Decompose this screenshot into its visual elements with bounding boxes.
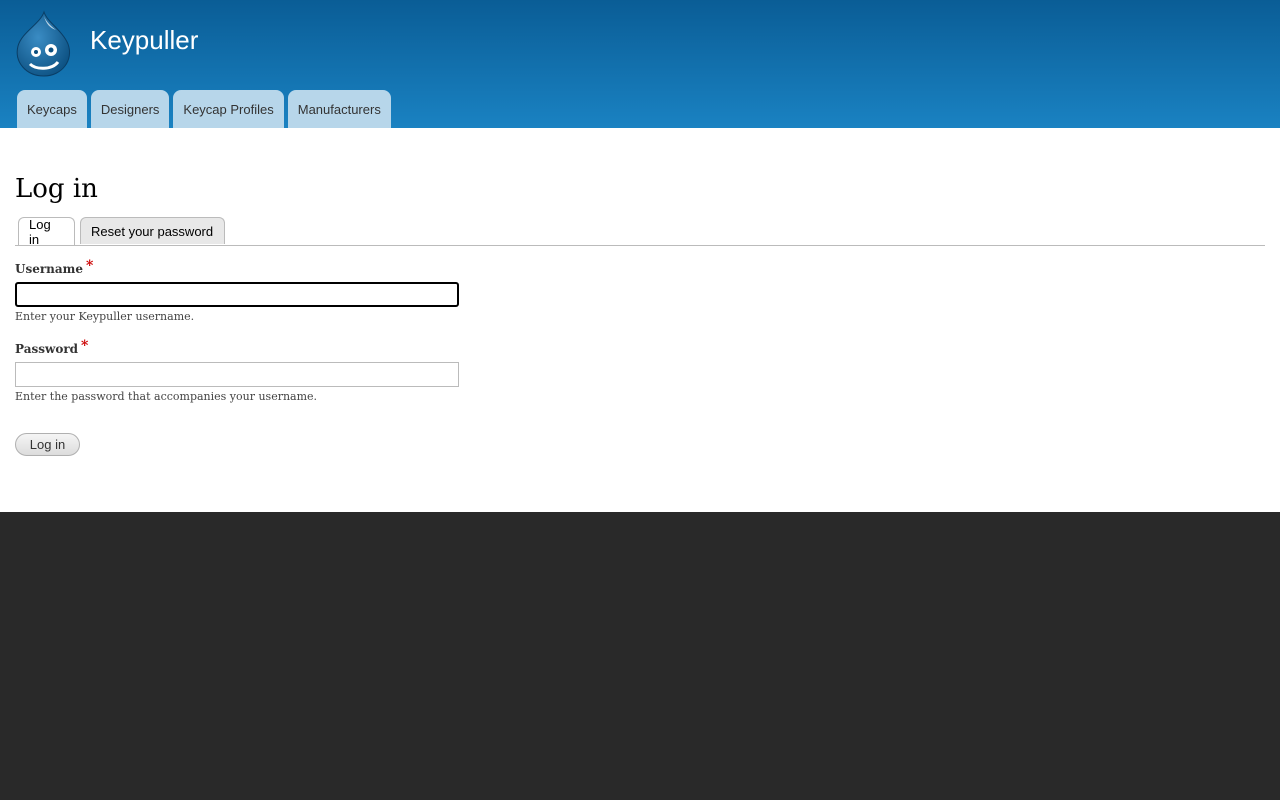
main-navigation: Keycaps Designers Keycap Profiles Manufa…	[17, 90, 391, 128]
password-required-mark: *	[81, 338, 89, 354]
nav-tab-designers[interactable]: Designers	[90, 90, 170, 128]
password-input[interactable]	[15, 362, 459, 387]
page-title: Log in	[15, 174, 98, 204]
username-input[interactable]	[15, 282, 459, 307]
username-label: Username *	[15, 258, 94, 277]
nav-tab-keycaps[interactable]: Keycaps	[17, 90, 87, 128]
site-name[interactable]: Keypuller	[90, 24, 198, 56]
site-logo-icon[interactable]	[14, 10, 74, 78]
tab-log-in[interactable]: Log in	[18, 217, 75, 247]
username-required-mark: *	[86, 258, 94, 274]
username-description: Enter your Keypuller username.	[15, 310, 195, 323]
password-label-text: Password	[15, 342, 79, 356]
page-footer	[0, 512, 1280, 800]
site-header: Keypuller Keycaps Designers Keycap Profi…	[0, 0, 1280, 128]
password-description: Enter the password that accompanies your…	[15, 390, 318, 403]
nav-tab-keycap-profiles[interactable]: Keycap Profiles	[173, 90, 284, 128]
log-in-button[interactable]: Log in	[15, 433, 80, 456]
local-tasks-tabs: Log in Reset your password	[15, 217, 1265, 247]
main-content: Log in Log in Reset your password Userna…	[0, 128, 1280, 512]
nav-tab-manufacturers[interactable]: Manufacturers	[287, 90, 391, 128]
password-label: Password *	[15, 338, 89, 357]
tab-reset-password[interactable]: Reset your password	[80, 217, 225, 244]
username-label-text: Username	[15, 262, 84, 276]
